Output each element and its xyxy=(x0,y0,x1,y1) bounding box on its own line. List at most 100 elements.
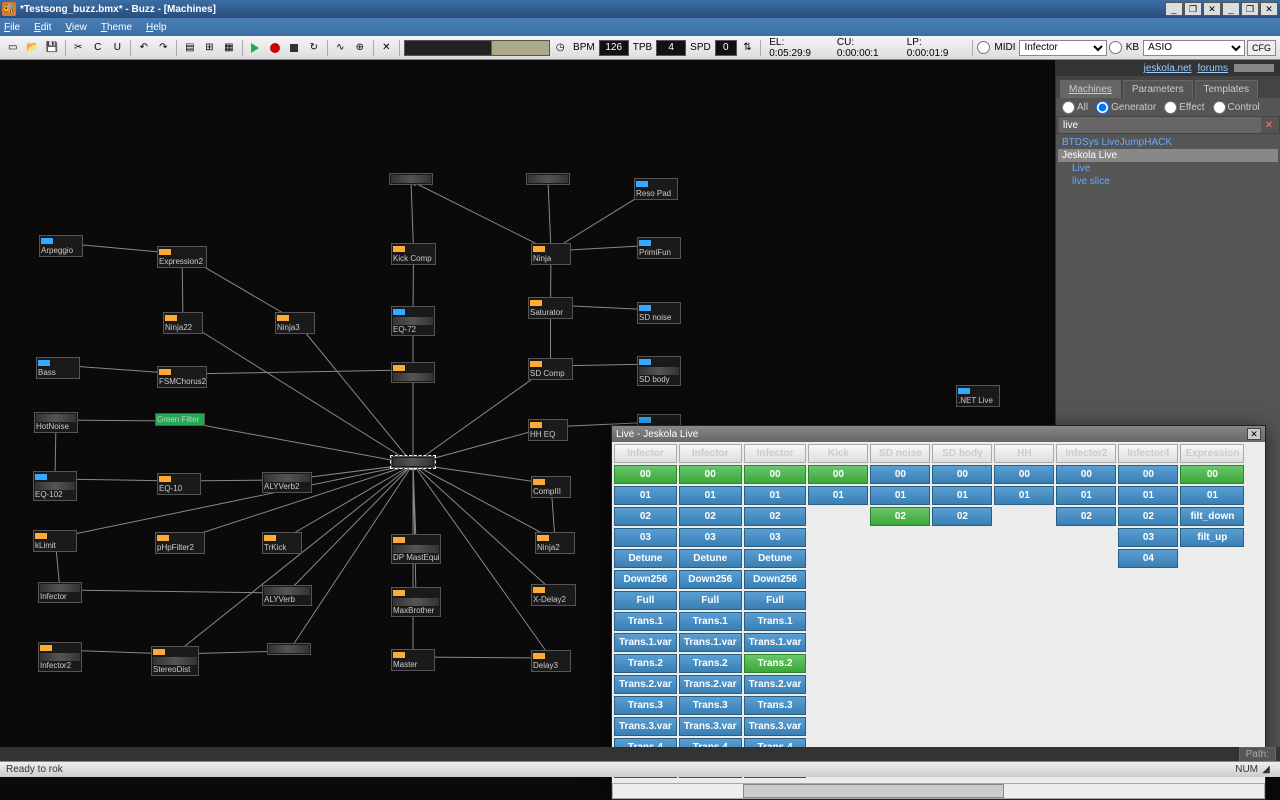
machine-node-infector[interactable]: Infector xyxy=(38,582,82,603)
machine-node-ninja22[interactable]: Ninja22 xyxy=(163,312,203,334)
live-cell[interactable]: 01 xyxy=(614,486,677,505)
machine-node-sdnoise[interactable]: SD noise xyxy=(637,302,681,324)
live-cell[interactable]: 00 xyxy=(679,465,742,484)
close-child-button[interactable]: ✕ xyxy=(1260,2,1278,16)
clock-icon[interactable]: ◷ xyxy=(552,39,570,57)
song-position-strip[interactable] xyxy=(404,40,549,56)
live-column-header[interactable]: Expression xyxy=(1180,444,1244,463)
undo-button[interactable]: ↶ xyxy=(135,39,153,57)
tab-machines[interactable]: Machines xyxy=(1060,80,1121,98)
open-button[interactable]: 📂 xyxy=(24,39,42,57)
machine-node-hotnoise[interactable]: HotNoise xyxy=(34,412,78,433)
play-button[interactable] xyxy=(247,39,265,57)
live-cell[interactable]: Detune xyxy=(744,549,807,568)
live-close-button[interactable]: ✕ xyxy=(1247,428,1261,440)
search-clear-icon[interactable]: ✕ xyxy=(1261,117,1277,133)
live-cell[interactable]: 03 xyxy=(1118,528,1178,547)
loop-button[interactable]: ↻ xyxy=(305,39,323,57)
midi-radio[interactable] xyxy=(977,41,990,54)
minimize-child-button[interactable]: _ xyxy=(1222,2,1240,16)
machine-node-klimit[interactable]: kLimit xyxy=(33,530,77,552)
tpb-input[interactable] xyxy=(656,40,686,56)
live-cell[interactable]: Trans.3 xyxy=(614,696,677,715)
live-cell[interactable]: 00 xyxy=(614,465,677,484)
machine-node-ninja2[interactable]: Ninja2 xyxy=(535,532,575,554)
machine-node-saturator[interactable]: Saturator xyxy=(528,297,573,319)
live-column-header[interactable]: Infector xyxy=(744,444,807,463)
filter-effect[interactable]: Effect xyxy=(1164,101,1204,114)
menu-edit[interactable]: Edit xyxy=(34,22,51,33)
filter-all[interactable]: All xyxy=(1062,101,1088,114)
machine-node-alyverb[interactable]: ALYVerb xyxy=(262,585,312,606)
machine-node-sdbody[interactable]: SD body xyxy=(637,356,681,386)
live-cell[interactable]: 01 xyxy=(870,486,930,505)
machine-node-stereodist[interactable]: StereoDist xyxy=(151,646,199,676)
live-cell[interactable]: 01 xyxy=(1180,486,1244,505)
machine-node-fsmchorus2[interactable]: FSMChorus2 xyxy=(157,366,207,388)
filter-control[interactable]: Control xyxy=(1213,101,1260,114)
machine-node-maxbrother[interactable]: MaxBrother xyxy=(391,587,441,617)
machine-node-phpfilter2[interactable]: pHpFilter2 xyxy=(155,532,205,554)
live-cell[interactable]: Trans.3.var xyxy=(614,717,677,736)
machine-node-hheq[interactable]: HH EQ xyxy=(528,419,568,441)
live-column-header[interactable]: Infector2 xyxy=(1056,444,1116,463)
machines-button[interactable]: ⊞ xyxy=(201,39,219,57)
machine-node-masterout[interactable]: Master xyxy=(391,649,435,671)
audio-select[interactable]: ASIO xyxy=(1143,40,1245,56)
machine-node-dspmast[interactable]: DP MastEqui xyxy=(391,534,441,564)
machine-node-trkick[interactable]: TrKick xyxy=(262,532,302,554)
cut-button[interactable]: ✂ xyxy=(70,39,88,57)
live-cell[interactable]: 01 xyxy=(1056,486,1116,505)
machine-node-compiii[interactable]: CompIII xyxy=(531,476,571,498)
live-cell[interactable]: 02 xyxy=(1118,507,1178,526)
path-button[interactable]: Path: xyxy=(1239,747,1276,762)
midi-select[interactable]: Infector xyxy=(1019,40,1106,56)
live-column-header[interactable]: SD body xyxy=(932,444,992,463)
bpm-input[interactable] xyxy=(599,40,629,56)
record-button[interactable] xyxy=(266,39,284,57)
minimize-button[interactable]: _ xyxy=(1165,2,1183,16)
live-cell[interactable]: 00 xyxy=(870,465,930,484)
redo-button[interactable]: ↷ xyxy=(155,39,173,57)
live-cell[interactable]: 00 xyxy=(1180,465,1244,484)
live-cell[interactable]: Full xyxy=(744,591,807,610)
volume-slider[interactable] xyxy=(1234,64,1274,72)
live-cell[interactable]: Trans.3 xyxy=(744,696,807,715)
live-column-header[interactable]: Infector xyxy=(614,444,677,463)
spd-up-down[interactable]: ⇅ xyxy=(739,39,757,57)
live-cell[interactable]: Trans.2.var xyxy=(679,675,742,694)
search-input[interactable] xyxy=(1059,117,1261,133)
live-cell[interactable]: 02 xyxy=(932,507,992,526)
filter-generator[interactable]: Generator xyxy=(1096,101,1156,114)
live-cell[interactable]: 00 xyxy=(808,465,868,484)
live-cell[interactable]: 02 xyxy=(614,507,677,526)
copy-button[interactable]: C xyxy=(89,39,107,57)
live-cell[interactable]: Down256 xyxy=(614,570,677,589)
live-cell[interactable]: Trans.2.var xyxy=(744,675,807,694)
tab-parameters[interactable]: Parameters xyxy=(1123,80,1193,98)
live-cell[interactable]: 03 xyxy=(679,528,742,547)
paste-button[interactable]: U xyxy=(109,39,127,57)
machine-node-n2[interactable] xyxy=(526,173,570,185)
live-column-header[interactable]: Infector xyxy=(679,444,742,463)
live-cell[interactable]: 04 xyxy=(1118,549,1178,568)
tab-templates[interactable]: Templates xyxy=(1195,80,1259,98)
menu-file[interactable]: File xyxy=(4,22,20,33)
live-cell[interactable]: Trans.1.var xyxy=(744,633,807,652)
machine-node-primifun[interactable]: PrimiFun xyxy=(637,237,681,259)
stop-button[interactable] xyxy=(286,39,304,57)
live-cell[interactable]: 03 xyxy=(744,528,807,547)
machine-node-n4[interactable] xyxy=(267,643,311,655)
live-cell[interactable]: 03 xyxy=(614,528,677,547)
live-cell[interactable]: Trans.3 xyxy=(679,696,742,715)
live-cell[interactable]: Detune xyxy=(679,549,742,568)
live-cell[interactable]: 00 xyxy=(994,465,1054,484)
machine-node-net[interactable]: .NET Live xyxy=(956,385,1000,407)
live-cell[interactable]: Trans.2 xyxy=(679,654,742,673)
waveform-button[interactable]: ∿ xyxy=(332,39,350,57)
maximize-child-button[interactable]: ❐ xyxy=(1241,2,1259,16)
live-cell[interactable]: filt_down xyxy=(1180,507,1244,526)
cfg-button[interactable]: CFG xyxy=(1247,40,1276,56)
live-cell[interactable]: 01 xyxy=(808,486,868,505)
pattern-button[interactable]: ▤ xyxy=(181,39,199,57)
